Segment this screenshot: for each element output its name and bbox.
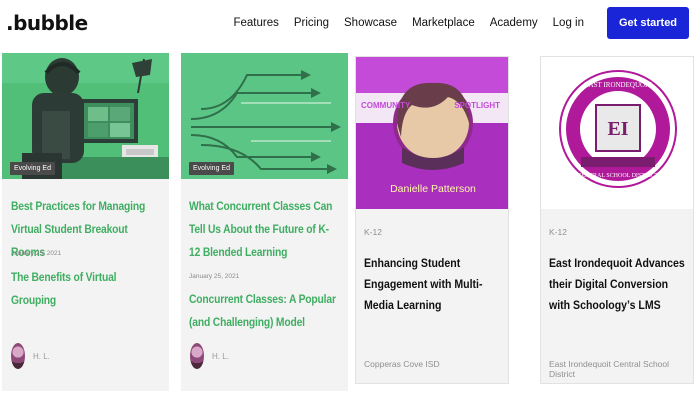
card-2-subtitle-wrap: Concurrent Classes: A Popular (and Chall…	[189, 288, 339, 334]
banner-left: COMMUNITY	[361, 101, 411, 110]
page: .bubble Features Pricing Showcase Market…	[0, 0, 700, 400]
article-card-3[interactable]: COMMUNITY SPOTLIGHT Danielle Patterson K…	[355, 56, 509, 384]
card-2-image[interactable]: Evolving Ed	[181, 53, 348, 179]
card-3-image[interactable]: COMMUNITY SPOTLIGHT Danielle Patterson	[356, 57, 508, 209]
nav-link-features[interactable]: Features	[233, 17, 278, 29]
card-1-subtitle-wrap: The Benefits of Virtual Grouping	[11, 266, 161, 312]
arrows-illustration	[181, 53, 348, 179]
seal-top-text: EAST IRONDEQUOIT	[584, 81, 652, 89]
card-3-source: Copperas Cove ISD	[364, 359, 440, 369]
seal-bottom-text: CENTRAL SCHOOL DISTRICT	[577, 173, 659, 179]
seal-letters: EI	[607, 118, 628, 140]
author-name: H. L.	[212, 351, 229, 361]
card-2-title[interactable]: What Concurrent Classes Can Tell Us Abou…	[189, 195, 339, 264]
card-1-date: January 25, 2021	[11, 250, 62, 257]
card-1-author: H. L.	[11, 343, 50, 369]
top-nav: .bubble Features Pricing Showcase Market…	[0, 0, 700, 46]
card-4-title[interactable]: East Irondequoit Advances their Digital …	[549, 253, 688, 316]
get-started-button[interactable]: Get started	[607, 7, 689, 39]
category-tag[interactable]: Evolving Ed	[10, 162, 55, 175]
card-3-category[interactable]: K-12	[364, 227, 382, 237]
nav-link-login[interactable]: Log in	[553, 17, 584, 29]
student-at-laptop-illustration	[2, 53, 169, 179]
nav-link-academy[interactable]: Academy	[490, 17, 538, 29]
card-2-body: What Concurrent Classes Can Tell Us Abou…	[189, 195, 339, 264]
nav-links: Features Pricing Showcase Marketplace Ac…	[218, 0, 584, 46]
nav-link-showcase[interactable]: Showcase	[344, 17, 397, 29]
article-card-1[interactable]: Evolving Ed Best Practices for Managing …	[2, 53, 169, 391]
card-2-subtitle[interactable]: Concurrent Classes: A Popular (and Chall…	[189, 288, 339, 334]
person-name: Danielle Patterson	[390, 183, 476, 195]
card-2-author: H. L.	[190, 343, 229, 369]
logo[interactable]: .bubble	[6, 11, 88, 35]
card-1-subtitle[interactable]: The Benefits of Virtual Grouping	[11, 266, 161, 312]
nav-link-marketplace[interactable]: Marketplace	[412, 17, 475, 29]
article-card-4[interactable]: EI EAST IRONDEQUOIT CENTRAL SCHOOL DISTR…	[540, 56, 694, 384]
school-seal-image: EI EAST IRONDEQUOIT CENTRAL SCHOOL DISTR…	[541, 57, 693, 209]
category-tag[interactable]: Evolving Ed	[189, 162, 234, 175]
author-name: H. L.	[33, 351, 50, 361]
author-avatar	[190, 343, 204, 369]
nav-link-pricing[interactable]: Pricing	[294, 17, 329, 29]
card-4-category[interactable]: K-12	[549, 227, 567, 237]
card-3-title[interactable]: Enhancing Student Engagement with Multi-…	[364, 253, 503, 316]
card-4-source: East Irondequoit Central School District	[549, 359, 670, 379]
author-avatar	[11, 343, 25, 369]
card-1-image[interactable]: Evolving Ed	[2, 53, 169, 179]
banner-right: SPOTLIGHT	[454, 101, 500, 110]
card-2-date: January 25, 2021	[189, 273, 240, 280]
article-card-2[interactable]: Evolving Ed What Concurrent Classes Can …	[181, 53, 348, 391]
card-4-image[interactable]: EI EAST IRONDEQUOIT CENTRAL SCHOOL DISTR…	[541, 57, 693, 209]
